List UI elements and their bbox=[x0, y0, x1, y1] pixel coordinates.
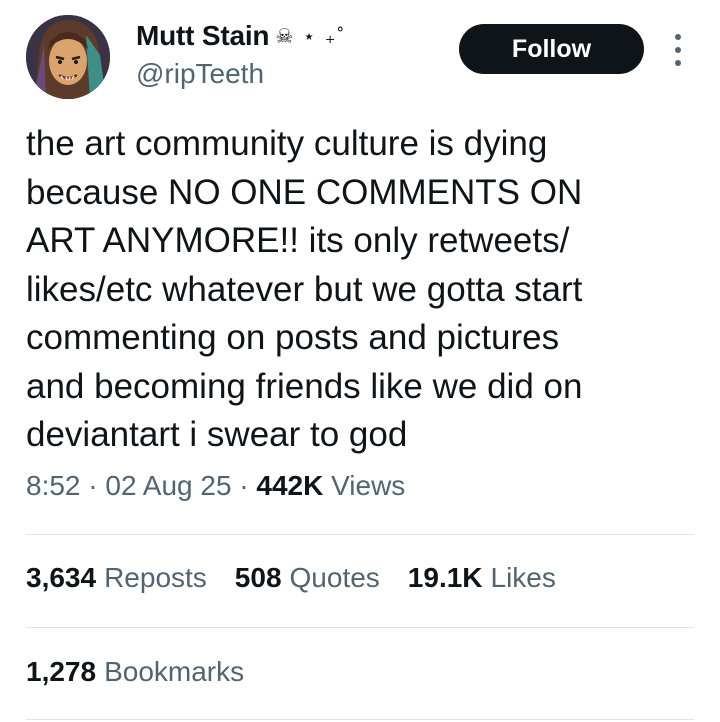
vertical-ellipsis-icon[interactable] bbox=[668, 34, 688, 66]
divider bbox=[26, 719, 694, 720]
bookmarks-count: 1,278 bbox=[26, 656, 97, 687]
author-name-row[interactable]: Mutt Stain ☠ ⋆ ₊˚ bbox=[136, 20, 346, 52]
name-decoration: ☠ ⋆ ₊˚ bbox=[275, 25, 347, 48]
quotes-count: 508 bbox=[234, 562, 282, 593]
meta-separator: · bbox=[239, 470, 257, 501]
more-dot bbox=[675, 60, 681, 66]
engagement-stats: 3,634 Reposts 508 Quotes 19.1K Likes bbox=[26, 562, 584, 594]
views-label: Views bbox=[331, 470, 406, 501]
character-portrait-icon bbox=[26, 15, 110, 99]
bookmarks-label: Bookmarks bbox=[104, 656, 245, 687]
tweet-meta: 8:52 · 02 Aug 25 · 442K Views bbox=[26, 470, 405, 502]
more-dot bbox=[675, 47, 681, 53]
quotes-stat[interactable]: 508 Quotes bbox=[235, 562, 380, 594]
avatar[interactable] bbox=[26, 15, 110, 99]
reposts-count: 3,634 bbox=[26, 562, 97, 593]
divider bbox=[26, 534, 694, 535]
reposts-stat[interactable]: 3,634 Reposts bbox=[26, 562, 207, 594]
quotes-label: Quotes bbox=[289, 562, 380, 593]
author-handle[interactable]: @ripTeeth bbox=[136, 58, 264, 90]
likes-label: Likes bbox=[490, 562, 556, 593]
tweet-text: the art community culture is dying becau… bbox=[26, 124, 583, 454]
likes-count: 19.1K bbox=[407, 562, 483, 593]
bookmarks-stat[interactable]: 1,278 Bookmarks bbox=[26, 656, 244, 688]
author-display-name[interactable]: Mutt Stain bbox=[136, 20, 270, 52]
tweet-date[interactable]: 02 Aug 25 bbox=[105, 470, 231, 501]
meta-separator: · bbox=[88, 470, 106, 501]
divider bbox=[26, 627, 694, 628]
more-dot bbox=[675, 34, 681, 40]
reposts-label: Reposts bbox=[104, 562, 207, 593]
views-count: 442K bbox=[256, 470, 324, 501]
tweet-time[interactable]: 8:52 bbox=[26, 470, 81, 501]
follow-button[interactable]: Follow bbox=[459, 24, 644, 74]
likes-stat[interactable]: 19.1K Likes bbox=[408, 562, 556, 594]
